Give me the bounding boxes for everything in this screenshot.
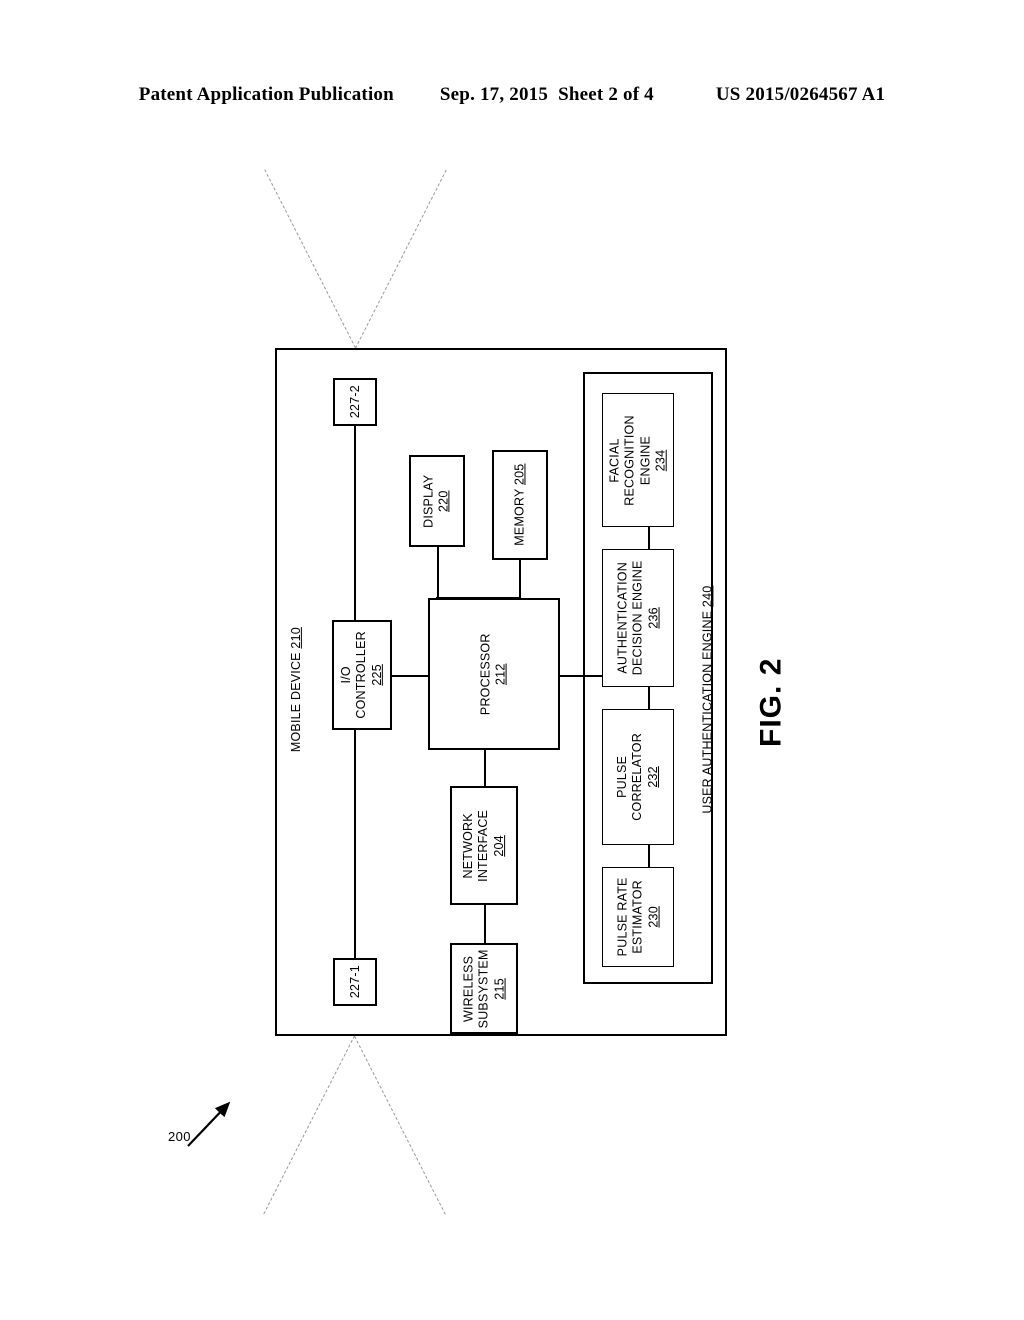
block-io-controller-numeral: 225 [369,664,384,686]
mobile-device-numeral: 210 [288,627,303,649]
antenna-cone-bottom-left [263,1035,355,1215]
antenna-cone-top-left [264,169,356,348]
block-auth-decision-label-1: AUTHENTICATION [615,562,630,674]
block-network-interface-label-1: NETWORK [461,812,476,879]
block-facial-recognition-label-1: FACIAL [607,437,622,483]
block-wireless-subsystem-label-2: SUBSYSTEM [476,949,491,1028]
mobile-device-label-text: MOBILE DEVICE [288,652,303,753]
block-wireless-subsystem-label-1: WIRELESS [461,955,476,1022]
figure-2-diagram: MOBILE DEVICE 210 USER AUTHENTICATION EN… [0,0,1024,1320]
block-display-numeral: 220 [437,490,451,512]
figure-caption-text: FIG. 2 [754,657,788,747]
block-facial-recognition-label-2: RECOGNITION [622,414,637,506]
block-auth-decision-label-2: DECISION ENGINE [630,560,645,676]
figure-caption: FIG. 2 [742,612,802,792]
uae-numeral: 240 [700,585,715,608]
block-memory-numeral: 205 [512,463,527,486]
block-pulse-correlator-label-1: PULSE [615,756,630,799]
block-io-controller-label-1: I/O [339,666,354,684]
block-pulse-rate-estimator-numeral: 230 [645,906,660,928]
block-wireless-subsystem[interactable]: WIRELESS SUBSYSTEM 215 [450,943,518,1034]
block-pulse-correlator-label-2: CORRELATOR [630,733,645,821]
block-io-controller[interactable]: I/O CONTROLLER 225 [332,620,392,730]
block-processor[interactable]: PROCESSOR 212 [428,598,560,750]
block-memory[interactable]: MEMORY 205 [492,450,548,560]
block-antenna-227-1-numeral: 227-1 [347,965,362,999]
block-pulse-rate-estimator[interactable]: PULSE RATE ESTIMATOR 230 [602,867,674,967]
block-processor-label: PROCESSOR [478,633,493,715]
block-pulse-correlator[interactable]: PULSE CORRELATOR 232 [602,709,674,845]
block-facial-recognition-engine[interactable]: FACIAL RECOGNITION ENGINE 234 [602,393,674,527]
block-wireless-subsystem-numeral: 215 [491,977,506,1000]
block-facial-recognition-numeral: 234 [653,449,668,471]
block-io-controller-label-2: CONTROLLER [354,631,369,719]
block-processor-numeral: 212 [494,663,508,685]
block-authentication-decision-engine[interactable]: AUTHENTICATION DECISION ENGINE 236 [602,549,674,687]
block-facial-recognition-label-3: ENGINE [638,435,652,485]
arrow-up-right-icon [187,1101,231,1147]
uae-label-text: USER AUTHENTICATION ENGINE [700,611,715,815]
block-pulse-rate-estimator-label-2: ESTIMATOR [630,880,645,954]
block-network-interface-numeral: 204 [491,834,506,857]
block-antenna-227-1[interactable]: 227-1 [333,958,377,1006]
block-antenna-227-2-numeral: 227-2 [347,385,362,419]
antenna-cone-bottom-right [354,1036,446,1215]
block-display-label: DISPLAY [421,474,436,528]
mobile-device-label: MOBILE DEVICE 210 [276,600,316,780]
block-network-interface-label-2: INTERFACE [476,809,491,882]
block-display[interactable]: DISPLAY 220 [409,455,465,547]
block-memory-label: MEMORY [512,489,527,547]
block-antenna-227-2[interactable]: 227-2 [333,378,377,426]
block-network-interface[interactable]: NETWORK INTERFACE 204 [450,786,518,905]
block-pulse-correlator-numeral: 232 [645,766,660,788]
block-pulse-rate-estimator-label-1: PULSE RATE [615,877,630,957]
antenna-cone-top-right [355,169,447,349]
block-auth-decision-numeral: 236 [645,607,660,629]
user-authentication-engine-label: USER AUTHENTICATION ENGINE 240 [688,580,728,820]
